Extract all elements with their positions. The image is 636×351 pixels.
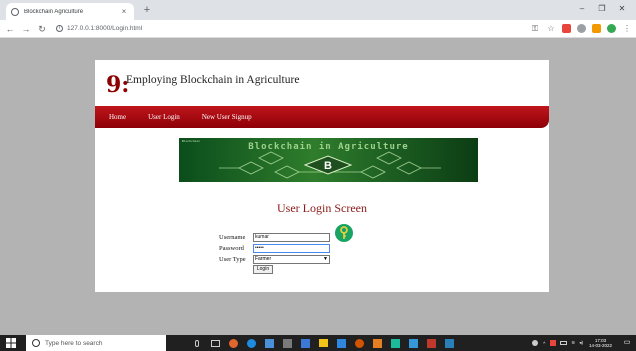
battery-icon[interactable] (560, 341, 568, 345)
taskbar-search[interactable]: Type here to search (26, 335, 166, 351)
reload-icon[interactable]: ↻ (36, 23, 48, 35)
address-bar[interactable]: i 127.0.0.1:8000/Login.html (52, 21, 514, 36)
svg-text:B: B (324, 160, 332, 172)
password-row: Password ••••• (219, 243, 330, 253)
browser-tab[interactable]: Blockchain Agriculture × (6, 3, 134, 20)
back-icon[interactable]: ← (4, 23, 16, 35)
browser-tab-strip: Blockchain Agriculture × + – ❐ ✕ (0, 0, 636, 20)
notifications-icon[interactable]: ▭ (622, 338, 632, 348)
app-icon[interactable] (332, 335, 350, 351)
search-placeholder: Type here to search (45, 339, 103, 347)
password-label: Password (219, 244, 244, 252)
app-icon[interactable] (296, 335, 314, 351)
restore-button[interactable]: ❐ (592, 2, 612, 16)
user-type-row: User Type Farmer ▼ (219, 254, 330, 264)
forward-icon[interactable]: → (20, 23, 32, 35)
app-tray-icon[interactable] (550, 340, 557, 346)
toolbar-icons: ⚿ ☆ ⋮ (524, 24, 632, 34)
chevron-up-icon[interactable]: ^ (543, 341, 545, 346)
page-title: User Login Screen (277, 201, 367, 215)
app-icon[interactable] (260, 335, 278, 351)
globe-icon (11, 7, 19, 16)
taskview-icon[interactable] (206, 335, 224, 351)
site-title: Employing Blockchain in Agriculture (126, 74, 300, 86)
app-icon[interactable] (350, 335, 368, 351)
app-icon[interactable] (404, 335, 422, 351)
nav-item-home[interactable]: Home (109, 113, 126, 121)
extension-icon[interactable] (562, 24, 571, 33)
tab-close-icon[interactable]: × (119, 7, 129, 16)
menu-icon[interactable]: ⋮ (622, 24, 632, 34)
edge-icon[interactable] (242, 335, 260, 351)
mic-icon[interactable] (188, 335, 206, 351)
key-icon[interactable]: ⚿ (530, 24, 540, 34)
username-row: Username kumar (219, 232, 330, 242)
tab-title: Blockchain Agriculture (24, 8, 84, 15)
search-icon (32, 339, 40, 347)
page-card: 9: Employing Blockchain in Agriculture H… (95, 60, 549, 292)
browser-toolbar: ← → ↻ i 127.0.0.1:8000/Login.html ⚿ ☆ ⋮ (0, 20, 636, 38)
new-tab-button[interactable]: + (140, 3, 154, 17)
app-icon[interactable] (386, 335, 404, 351)
key-icon (340, 226, 348, 239)
key-badge (335, 224, 353, 242)
volume-icon[interactable]: ◂) (579, 340, 583, 346)
main-nav: Home User Login New User Signup (95, 106, 549, 128)
username-label: Username (219, 233, 246, 241)
user-type-value: Farmer (255, 256, 272, 262)
banner-image: Blockchain Blockchain in Agriculture B (179, 138, 478, 182)
chevron-down-icon: ▼ (323, 256, 328, 262)
windows-start-icon[interactable] (4, 335, 18, 351)
taskbar: Type here to search ^ ≋ ◂) 17:03 14-03-2… (0, 335, 636, 351)
close-window-button[interactable]: ✕ (612, 2, 632, 16)
info-icon[interactable]: i (56, 25, 63, 32)
app-icon[interactable] (224, 335, 242, 351)
user-type-select[interactable]: Farmer ▼ (253, 254, 330, 264)
profile-avatar[interactable] (607, 24, 616, 33)
minimize-button[interactable]: – (572, 2, 592, 16)
system-tray: ^ ≋ ◂) 17:03 14-03-2022 (532, 335, 612, 351)
url-text[interactable]: 127.0.0.1:8000/Login.html (67, 25, 142, 32)
password-input[interactable]: ••••• (253, 243, 330, 253)
clock[interactable]: 17:03 14-03-2022 (589, 338, 612, 348)
app-icon[interactable] (368, 335, 386, 351)
app-icon[interactable] (278, 335, 296, 351)
store-icon[interactable] (314, 335, 332, 351)
login-button[interactable]: Login (253, 265, 273, 274)
user-type-label: User Type (219, 255, 246, 263)
window-controls: – ❐ ✕ (572, 2, 632, 16)
people-icon[interactable] (532, 340, 539, 346)
username-input[interactable]: kumar (253, 232, 330, 242)
wifi-icon[interactable]: ≋ (571, 340, 575, 346)
clock-date: 14-03-2022 (588, 343, 612, 348)
extension-icon[interactable] (577, 24, 586, 33)
star-icon[interactable]: ☆ (546, 24, 556, 34)
nav-item-user-login[interactable]: User Login (148, 113, 180, 121)
blockchain-network-graphic: B (219, 151, 441, 179)
login-form: Username kumar Password ••••• User Type … (219, 232, 330, 274)
nav-item-new-user-signup[interactable]: New User Signup (202, 113, 252, 121)
extension-icon[interactable] (592, 24, 601, 33)
app-icon[interactable] (440, 335, 458, 351)
app-icon[interactable] (422, 335, 440, 351)
